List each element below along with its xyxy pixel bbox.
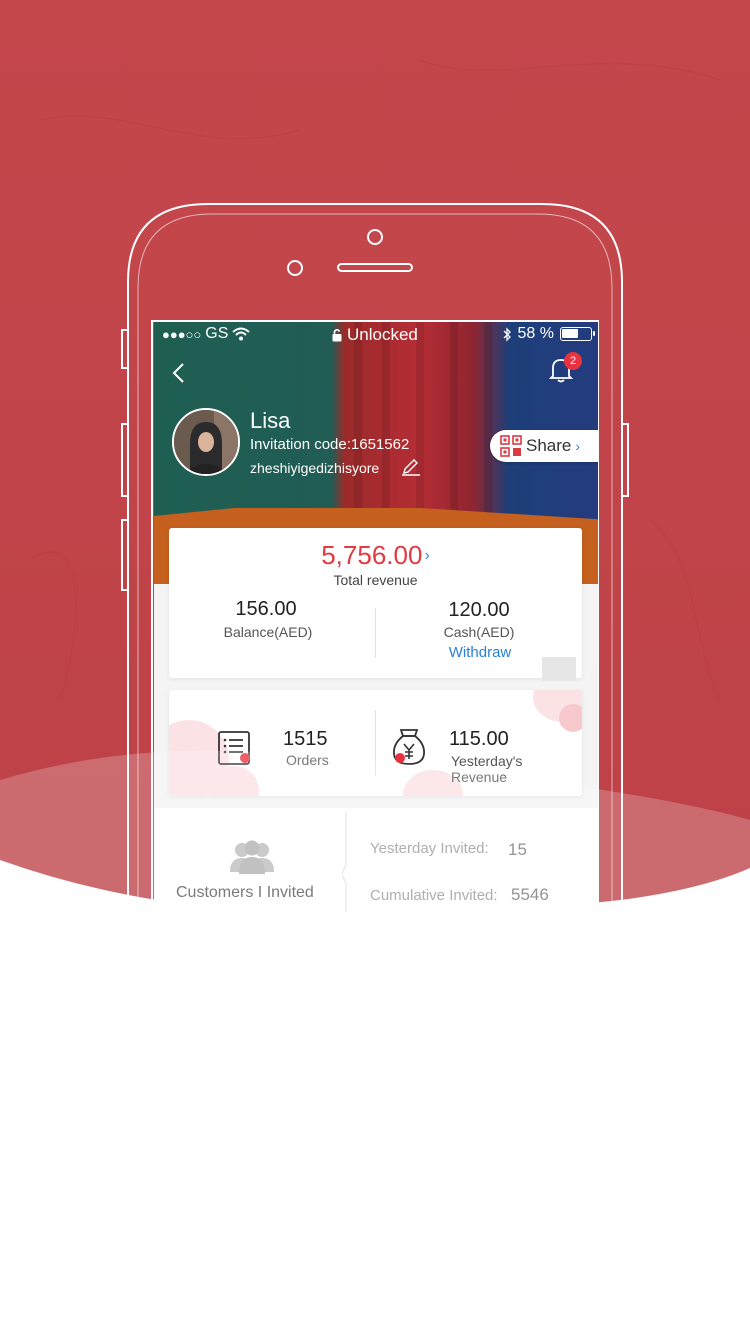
total-revenue-link[interactable]: 5,756.00 › <box>169 540 582 571</box>
balance-value: 156.00 <box>235 598 297 620</box>
user-name: Lisa <box>250 408 291 433</box>
decoration-bubble <box>559 704 582 732</box>
panel-divider <box>342 812 347 926</box>
back-icon[interactable] <box>168 360 192 386</box>
notifications-button[interactable]: 2 <box>548 352 582 388</box>
wifi-icon <box>232 327 251 341</box>
stats-card: 1515 Orders 115.00 Yesterday's Revenue <box>169 690 582 796</box>
cash-label: Cash(AED) <box>443 624 515 640</box>
divider <box>375 608 376 658</box>
yesterday-invited-value: 15 <box>508 840 527 859</box>
users-icon <box>230 840 274 874</box>
avatar[interactable] <box>172 408 240 476</box>
orders-list-icon <box>218 731 250 765</box>
chevron-right-icon: › <box>575 438 581 454</box>
carrier-name: GS <box>205 325 229 342</box>
divider <box>375 710 376 776</box>
orders-value: 1515 <box>283 728 328 750</box>
qr-code-icon <box>500 435 522 457</box>
chevron-right-icon: › <box>424 547 430 564</box>
app-screen: ●●●○○ GS Unlocked 58 % 2 Lisa Invitation… <box>154 322 598 926</box>
notification-badge: 2 <box>564 352 582 370</box>
yesterday-revenue-label: Yesterday's Revenue <box>451 753 523 785</box>
customers-invited-label: Customers I Invited <box>176 884 314 901</box>
total-revenue-value: 5,756.00 <box>321 540 423 570</box>
user-handle: zheshiyigedizhisyore <box>250 460 380 476</box>
lock-status: Unlocked <box>347 325 418 344</box>
battery-percent: 58 % <box>517 325 554 342</box>
avatar-photo <box>174 410 238 474</box>
share-button[interactable]: Share › <box>490 430 598 462</box>
yesterday-invited-label: Yesterday Invited: <box>370 840 489 857</box>
cash-value: 120.00 <box>448 599 510 621</box>
customers-panel[interactable] <box>154 808 598 926</box>
status-bar: ●●●○○ GS Unlocked 58 % <box>154 322 598 346</box>
edit-icon[interactable] <box>400 454 422 476</box>
balance-label: Balance(AED) <box>223 624 313 640</box>
cumulative-invited-label: Cumulative Invited: <box>370 887 498 904</box>
revenue-card: 5,756.00 › Total revenue 156.00 Balance(A… <box>169 528 582 678</box>
orders-label: Orders <box>286 752 329 768</box>
withdraw-link[interactable]: Withdraw <box>431 644 529 661</box>
total-revenue-label: Total revenue <box>333 572 418 588</box>
decoration <box>542 657 576 681</box>
share-label: Share <box>526 436 572 455</box>
money-bag-icon <box>393 729 425 765</box>
lock-icon <box>332 328 342 342</box>
battery-icon <box>560 327 595 341</box>
cumulative-invited-value: 5546 <box>511 885 549 904</box>
bluetooth-icon <box>503 326 511 342</box>
invitation-code: Invitation code:1651562 <box>250 436 410 453</box>
yesterday-revenue-value: 115.00 <box>449 728 509 750</box>
signal-dots: ●●●○○ <box>162 326 202 342</box>
